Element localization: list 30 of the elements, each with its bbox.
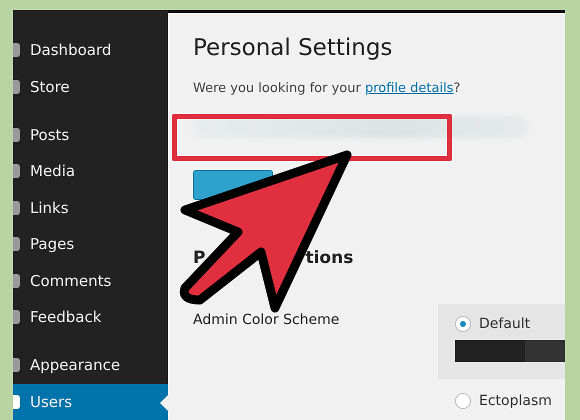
profile-question: Were you looking for your profile details? xyxy=(193,81,462,96)
menu-item[interactable]: Feedback xyxy=(13,298,168,336)
menu-icon xyxy=(13,80,20,94)
menu-icon xyxy=(13,358,20,372)
menu-item[interactable]: Store xyxy=(13,68,168,105)
radio-button[interactable] xyxy=(455,393,471,409)
section-heading: P xyxy=(193,248,206,268)
menu-item[interactable]: Appearance xyxy=(13,347,168,384)
menu-item[interactable]: Media xyxy=(13,153,168,190)
radio-option[interactable]: Ectoplasm xyxy=(455,393,565,409)
page-title: Personal Settings xyxy=(193,35,394,61)
menu-item[interactable]: Posts xyxy=(13,116,168,154)
menu-icon xyxy=(13,237,20,252)
menu-icon xyxy=(13,310,20,324)
menu-item[interactable]: Users xyxy=(13,384,168,420)
menu-icon xyxy=(13,164,20,178)
radio-button[interactable] xyxy=(455,316,471,332)
menu-icon xyxy=(13,394,20,409)
menu-icon xyxy=(13,274,20,288)
menu-item[interactable]: Pages xyxy=(13,226,168,262)
menu-item[interactable]: Links xyxy=(13,190,168,226)
field-label: Admin Color Scheme xyxy=(193,312,340,330)
section-heading: tions xyxy=(305,248,354,268)
menu-item[interactable]: Dashboard xyxy=(13,32,168,68)
radio-option[interactable]: Default xyxy=(455,316,565,332)
menu-icon xyxy=(13,43,20,58)
menu-item[interactable]: Comments xyxy=(13,262,168,299)
profile-link[interactable]: profile details xyxy=(364,81,454,96)
menu-icon xyxy=(13,128,20,142)
menu-icon xyxy=(13,200,20,215)
